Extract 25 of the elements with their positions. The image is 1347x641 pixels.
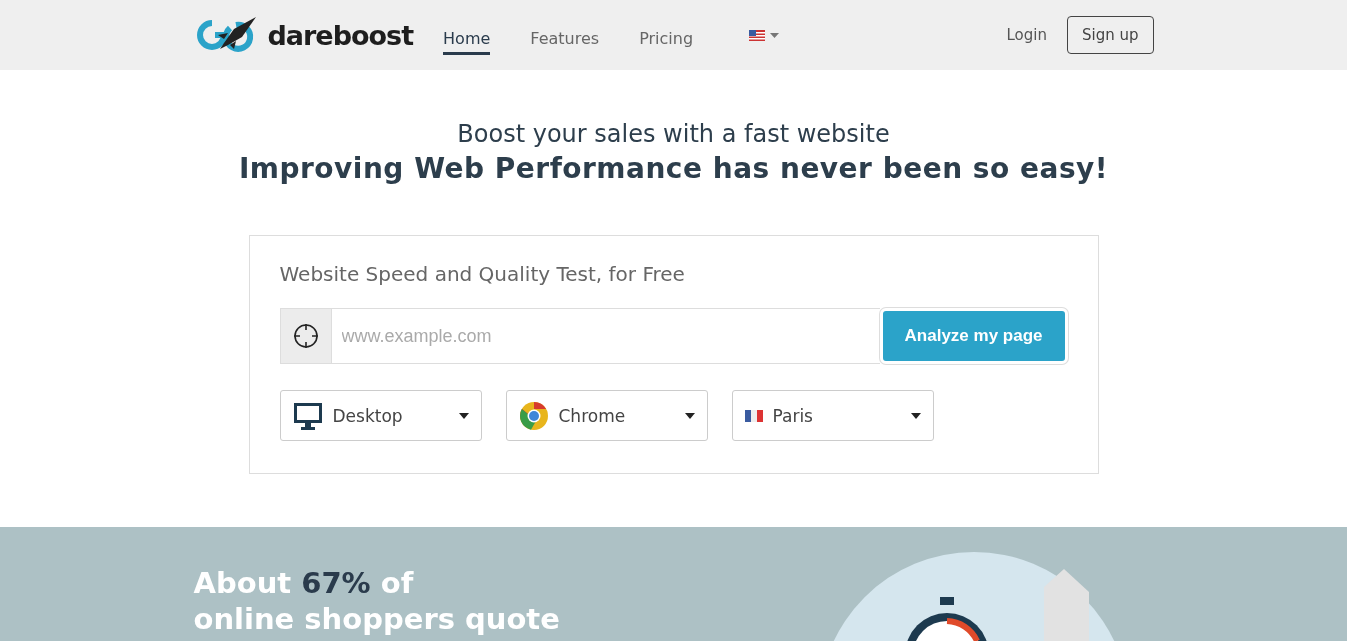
- option-dropdown[interactable]: Desktop: [279, 390, 482, 441]
- stat-heading: About 67% of: [193, 565, 415, 601]
- nav-tab[interactable]: Pricing: [639, 21, 694, 55]
- hero-subtitle: Boost your sales with a fast website: [456, 120, 891, 148]
- nav-tab[interactable]: Features: [530, 21, 600, 55]
- url-input[interactable]: www.example.com: [330, 308, 880, 364]
- logo-text[interactable]: dareboost: [267, 19, 414, 51]
- caret-icon: [910, 412, 921, 419]
- monitor-icon: [292, 400, 323, 431]
- signup-button[interactable]: Sign up: [1067, 16, 1154, 54]
- flag-icon: [744, 409, 763, 422]
- option-dropdown[interactable]: Chrome: [505, 390, 708, 441]
- crosshair-icon: [292, 323, 319, 349]
- browser-icon: [518, 400, 549, 431]
- caret-icon: [770, 32, 780, 38]
- language-dropdown[interactable]: [749, 29, 780, 41]
- caret-icon: [458, 412, 469, 419]
- flag-icon: [749, 29, 766, 41]
- caret-icon: [684, 412, 695, 419]
- option-dropdown[interactable]: Paris: [731, 390, 934, 441]
- hero-title: Improving Web Performance has never been so easy!: [237, 152, 1110, 185]
- nav-tab[interactable]: Home: [443, 21, 491, 55]
- test-title: Website Speed and Quality Test, for Free: [279, 262, 686, 286]
- login-link[interactable]: Login: [1006, 26, 1047, 44]
- stat-heading: online shoppers quote: [193, 601, 560, 637]
